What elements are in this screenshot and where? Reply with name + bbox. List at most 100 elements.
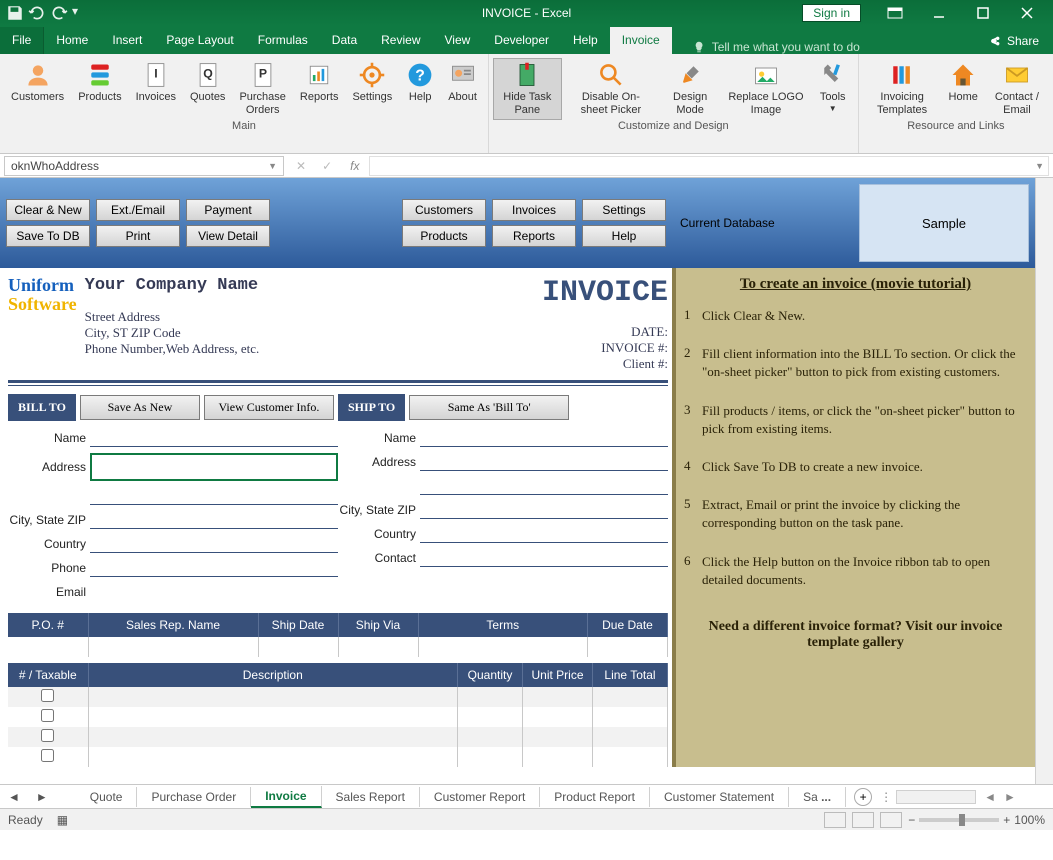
settings-button[interactable]: Settings — [345, 58, 399, 107]
customers-button[interactable]: Customers — [4, 58, 71, 107]
undo-icon[interactable] — [28, 4, 46, 22]
save-as-new-button[interactable]: Save As New — [80, 395, 200, 420]
tools-button[interactable]: Tools▼ — [812, 58, 854, 117]
share-button[interactable]: Share — [974, 28, 1053, 54]
invoices-button[interactable]: IInvoices — [129, 58, 183, 107]
purchase-orders-button[interactable]: PPurchase Orders — [232, 58, 292, 120]
products-tb-button[interactable]: Products — [402, 225, 486, 247]
name-box[interactable]: oknWhoAddress▼ — [4, 156, 284, 176]
sheet-tab-po[interactable]: Purchase Order — [137, 787, 251, 807]
taxable-checkbox[interactable] — [41, 709, 54, 722]
macro-record-icon[interactable]: ▦ — [57, 813, 68, 827]
tab-review[interactable]: Review — [369, 27, 432, 54]
zoom-level[interactable]: 100% — [1014, 813, 1045, 827]
close-icon[interactable] — [1007, 0, 1047, 26]
print-button[interactable]: Print — [96, 225, 180, 247]
add-sheet-icon[interactable]: + — [854, 788, 872, 806]
tell-me-search[interactable]: Tell me what you want to do — [692, 40, 860, 54]
tab-insert[interactable]: Insert — [100, 27, 154, 54]
tab-file[interactable]: File — [0, 27, 44, 54]
shipto-country-input[interactable] — [420, 525, 668, 543]
settings-tb-button[interactable]: Settings — [582, 199, 666, 221]
invoices-tb-button[interactable]: Invoices — [492, 199, 576, 221]
billto-address2-input[interactable] — [90, 487, 338, 505]
quotes-button[interactable]: QQuotes — [183, 58, 232, 107]
customers-tb-button[interactable]: Customers — [402, 199, 486, 221]
tab-formulas[interactable]: Formulas — [246, 27, 320, 54]
shipto-address2-input[interactable] — [420, 477, 668, 495]
billto-csz-input[interactable] — [90, 511, 338, 529]
ext-email-button[interactable]: Ext./Email — [96, 199, 180, 221]
cancel-formula-icon[interactable]: ✕ — [288, 159, 314, 173]
disable-picker-button[interactable]: Disable On-sheet Picker — [562, 58, 660, 120]
tab-home[interactable]: Home — [44, 27, 100, 54]
vertical-scrollbar[interactable] — [1035, 178, 1053, 784]
billto-name-input[interactable] — [90, 429, 338, 447]
home-button[interactable]: Home — [942, 58, 985, 107]
save-to-db-button[interactable]: Save To DB — [6, 225, 90, 247]
clear-new-button[interactable]: Clear & New — [6, 199, 90, 221]
sheet-tab-quote[interactable]: Quote — [76, 787, 138, 807]
shipto-contact-input[interactable] — [420, 549, 668, 567]
zoom-slider[interactable] — [919, 818, 999, 822]
sheet-tab-sa[interactable]: Sa ... — [789, 787, 846, 807]
view-customer-info-button[interactable]: View Customer Info. — [204, 395, 334, 420]
same-as-billto-button[interactable]: Same As 'Bill To' — [409, 395, 569, 420]
fx-icon[interactable]: fx — [340, 159, 369, 173]
contact-email-button[interactable]: Contact / Email — [985, 58, 1049, 120]
maximize-icon[interactable] — [963, 0, 1003, 26]
minimize-icon[interactable] — [919, 0, 959, 26]
hide-task-pane-button[interactable]: Hide Task Pane — [493, 58, 562, 120]
shipto-address-input[interactable] — [420, 453, 668, 471]
tab-view[interactable]: View — [433, 27, 483, 54]
view-detail-button[interactable]: View Detail — [186, 225, 270, 247]
taxable-checkbox[interactable] — [41, 729, 54, 742]
reports-button[interactable]: Reports — [293, 58, 346, 107]
help-footer-link[interactable]: Need a different invoice format? Visit o… — [684, 619, 1027, 651]
payment-button[interactable]: Payment — [186, 199, 270, 221]
products-button[interactable]: Products — [71, 58, 128, 107]
formula-bar: oknWhoAddress▼ ✕ ✓ fx ▼ — [0, 154, 1053, 178]
sheet-tab-statement[interactable]: Customer Statement — [650, 787, 789, 807]
page-layout-view-icon[interactable] — [852, 812, 874, 828]
formula-input[interactable]: ▼ — [369, 156, 1049, 176]
reports-tb-button[interactable]: Reports — [492, 225, 576, 247]
redo-icon[interactable] — [50, 4, 68, 22]
tab-nav-next-icon[interactable]: ► — [28, 790, 56, 804]
sheet-tab-sales[interactable]: Sales Report — [322, 787, 420, 807]
qat-dropdown-icon[interactable]: ▾ — [72, 4, 82, 22]
invoicing-templates-button[interactable]: Invoicing Templates — [863, 58, 942, 120]
save-icon[interactable] — [6, 4, 24, 22]
tab-page-layout[interactable]: Page Layout — [154, 27, 245, 54]
tab-help[interactable]: Help — [561, 27, 610, 54]
zoom-out-icon[interactable]: − — [908, 813, 915, 827]
tab-data[interactable]: Data — [320, 27, 369, 54]
enter-formula-icon[interactable]: ✓ — [314, 159, 340, 173]
normal-view-icon[interactable] — [824, 812, 846, 828]
sign-in-button[interactable]: Sign in — [802, 4, 861, 22]
taxable-checkbox[interactable] — [41, 749, 54, 762]
help-button[interactable]: ?Help — [399, 58, 441, 107]
billto-email-input[interactable] — [90, 583, 338, 601]
shipto-csz-input[interactable] — [420, 501, 668, 519]
billto-country-input[interactable] — [90, 535, 338, 553]
horizontal-scrollbar[interactable] — [896, 790, 976, 804]
ribbon-options-icon[interactable] — [875, 0, 915, 26]
sheet-tab-product[interactable]: Product Report — [540, 787, 650, 807]
tab-developer[interactable]: Developer — [482, 27, 561, 54]
sheet-tab-invoice[interactable]: Invoice — [251, 786, 321, 808]
replace-logo-button[interactable]: Replace LOGO Image — [720, 58, 811, 120]
design-mode-button[interactable]: Design Mode — [660, 58, 720, 120]
page-break-view-icon[interactable] — [880, 812, 902, 828]
tab-nav-prev-icon[interactable]: ◄ — [0, 790, 28, 804]
billto-address-input[interactable] — [90, 453, 338, 481]
about-button[interactable]: About — [441, 58, 484, 107]
billto-phone-input[interactable] — [90, 559, 338, 577]
tab-invoice[interactable]: Invoice — [610, 27, 672, 54]
shipto-name-input[interactable] — [420, 429, 668, 447]
help-tb-button[interactable]: Help — [582, 225, 666, 247]
taxable-checkbox[interactable] — [41, 689, 54, 702]
sheet-tab-customer[interactable]: Customer Report — [420, 787, 540, 807]
help-title[interactable]: To create an invoice (movie tutorial) — [684, 276, 1027, 293]
zoom-in-icon[interactable]: + — [1003, 813, 1010, 827]
